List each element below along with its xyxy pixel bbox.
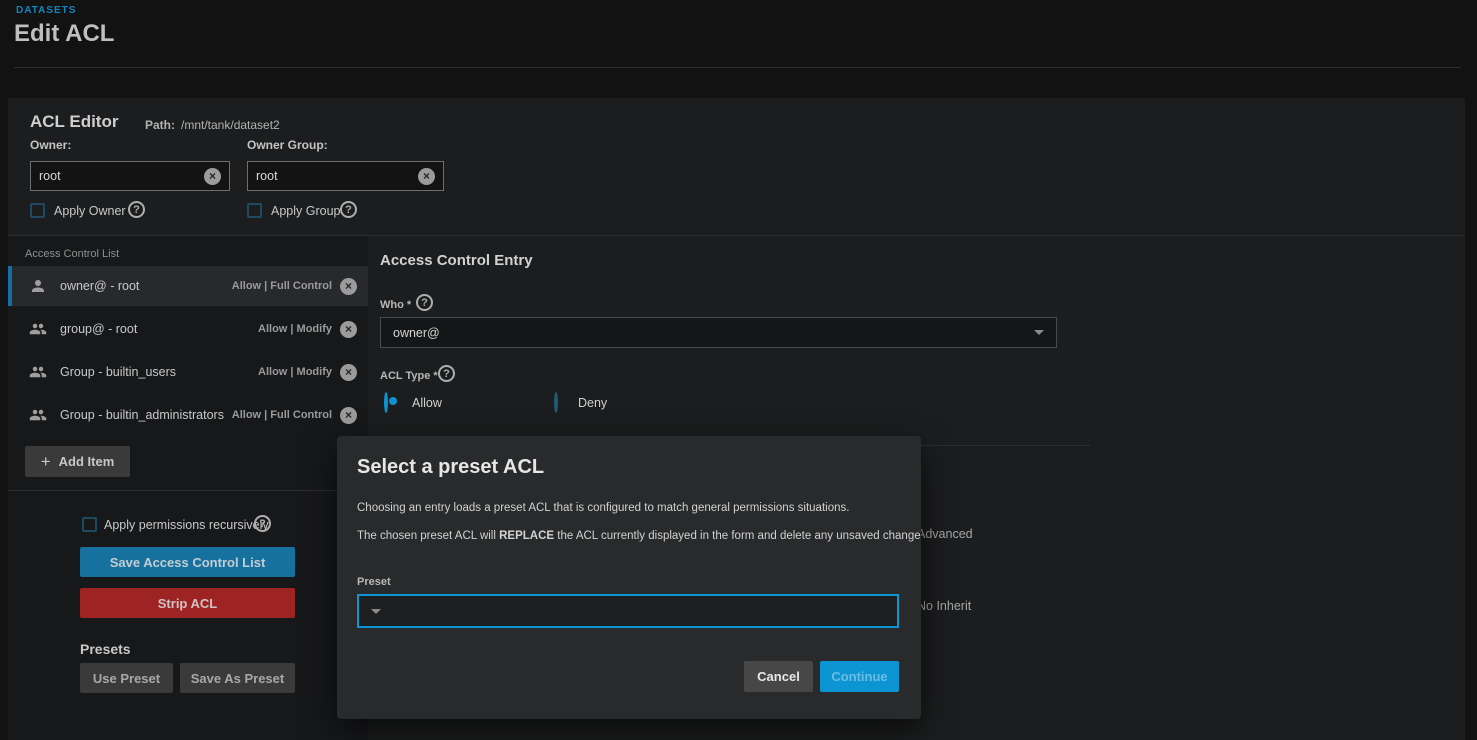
- acl-list-item[interactable]: group@ - root Allow | Modify ×: [8, 309, 368, 349]
- advanced-label: Advanced: [917, 527, 973, 541]
- apply-recursively-help-icon[interactable]: ?: [254, 515, 271, 532]
- header-divider: [14, 67, 1461, 68]
- list-actions-divider: [8, 490, 368, 491]
- use-preset-button[interactable]: Use Preset: [80, 663, 173, 693]
- delete-item-icon[interactable]: ×: [340, 364, 357, 381]
- allow-radio-label: Allow: [412, 396, 442, 410]
- breadcrumb-datasets-link[interactable]: DATASETS: [16, 5, 76, 16]
- allow-radio[interactable]: [384, 392, 388, 413]
- owner-group-input[interactable]: [256, 169, 418, 183]
- chevron-down-icon: [371, 609, 381, 614]
- plus-icon: +: [41, 452, 51, 472]
- save-as-preset-button[interactable]: Save As Preset: [180, 663, 295, 693]
- group-icon: [29, 320, 47, 338]
- apply-recursively-label: Apply permissions recursively: [104, 518, 269, 532]
- select-preset-acl-dialog: Select a preset ACL Choosing an entry lo…: [337, 436, 921, 719]
- apply-owner-label: Apply Owner: [54, 204, 126, 218]
- no-inherit-label: No Inherit: [917, 599, 971, 613]
- path-label: Path:: [145, 118, 175, 132]
- owner-field-wrap: ×: [30, 161, 230, 191]
- who-label: Who *: [380, 299, 411, 311]
- path-value: /mnt/tank/dataset2: [181, 118, 280, 132]
- acl-list-item[interactable]: owner@ - root Allow | Full Control ×: [8, 266, 368, 306]
- apply-owner-checkbox[interactable]: [30, 203, 45, 218]
- dialog-body-line2: The chosen preset ACL will REPLACE the A…: [357, 530, 921, 542]
- who-select[interactable]: owner@: [380, 317, 1057, 348]
- person-icon: [29, 277, 47, 295]
- deny-radio[interactable]: [554, 392, 558, 413]
- save-acl-button[interactable]: Save Access Control List: [80, 547, 295, 577]
- acl-list-item[interactable]: Group - builtin_users Allow | Modify ×: [8, 352, 368, 392]
- group-icon: [29, 406, 47, 424]
- delete-item-icon[interactable]: ×: [340, 321, 357, 338]
- owner-label: Owner:: [30, 138, 71, 152]
- acl-item-name: group@ - root: [60, 322, 258, 336]
- owner-group-label: Owner Group:: [247, 138, 328, 152]
- acl-type-help-icon[interactable]: ?: [438, 365, 455, 382]
- dataset-path: Path: /mnt/tank/dataset2: [145, 118, 280, 132]
- delete-item-icon[interactable]: ×: [340, 407, 357, 424]
- apply-recursively-checkbox[interactable]: [82, 517, 97, 532]
- chevron-down-icon: [1034, 330, 1044, 335]
- group-icon: [29, 363, 47, 381]
- acl-list-item[interactable]: Group - builtin_administrators Allow | F…: [8, 395, 368, 435]
- acl-editor-title: ACL Editor: [30, 112, 118, 132]
- access-control-list-panel: Access Control List owner@ - root Allow …: [8, 236, 368, 740]
- acl-item-perms: Allow | Modify: [258, 323, 332, 335]
- preset-select[interactable]: [357, 594, 899, 628]
- acl-item-name: Group - builtin_users: [60, 365, 258, 379]
- apply-group-checkbox[interactable]: [247, 203, 262, 218]
- cancel-button[interactable]: Cancel: [744, 661, 813, 692]
- acl-list-title: Access Control List: [25, 248, 119, 260]
- acl-item-name: owner@ - root: [60, 279, 232, 293]
- continue-button[interactable]: Continue: [820, 661, 899, 692]
- owner-input[interactable]: [39, 169, 204, 183]
- ace-title: Access Control Entry: [380, 252, 533, 269]
- owner-clear-icon[interactable]: ×: [204, 168, 221, 185]
- who-help-icon[interactable]: ?: [416, 294, 433, 311]
- acl-type-label: ACL Type *: [380, 370, 438, 382]
- apply-owner-help-icon[interactable]: ?: [128, 201, 145, 218]
- acl-item-perms: Allow | Full Control: [232, 409, 332, 421]
- apply-group-label: Apply Group: [271, 204, 340, 218]
- acl-item-perms: Allow | Full Control: [232, 280, 332, 292]
- strip-acl-button[interactable]: Strip ACL: [80, 588, 295, 618]
- page-title: Edit ACL: [14, 20, 114, 48]
- acl-item-name: Group - builtin_administrators: [60, 408, 232, 422]
- presets-title: Presets: [80, 641, 131, 657]
- add-item-button[interactable]: + Add Item: [25, 446, 130, 477]
- deny-radio-label: Deny: [578, 396, 607, 410]
- acl-item-perms: Allow | Modify: [258, 366, 332, 378]
- owner-group-field-wrap: ×: [247, 161, 444, 191]
- delete-item-icon[interactable]: ×: [340, 278, 357, 295]
- apply-group-help-icon[interactable]: ?: [340, 201, 357, 218]
- owner-group-clear-icon[interactable]: ×: [418, 168, 435, 185]
- dialog-body-line1: Choosing an entry loads a preset ACL tha…: [357, 502, 849, 514]
- who-select-value: owner@: [393, 326, 1034, 340]
- preset-label: Preset: [357, 576, 391, 588]
- dialog-title: Select a preset ACL: [357, 456, 544, 479]
